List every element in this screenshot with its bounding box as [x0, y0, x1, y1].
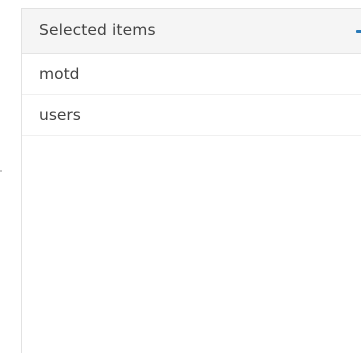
collapse-button[interactable] — [344, 24, 361, 40]
panel-title: Selected items — [39, 21, 156, 39]
row-divider — [22, 135, 361, 136]
list-item-label: motd — [39, 65, 80, 83]
selected-items-panel: Selected items motd users — [21, 8, 361, 353]
list-item-label: users — [39, 106, 81, 124]
minus-icon — [356, 30, 361, 33]
list-item-motd[interactable]: motd — [22, 54, 361, 94]
panel-header: Selected items — [22, 9, 361, 54]
page: Selected items motd users — [0, 0, 361, 353]
list-item-users[interactable]: users — [22, 95, 361, 135]
edge-mark — [0, 170, 2, 172]
